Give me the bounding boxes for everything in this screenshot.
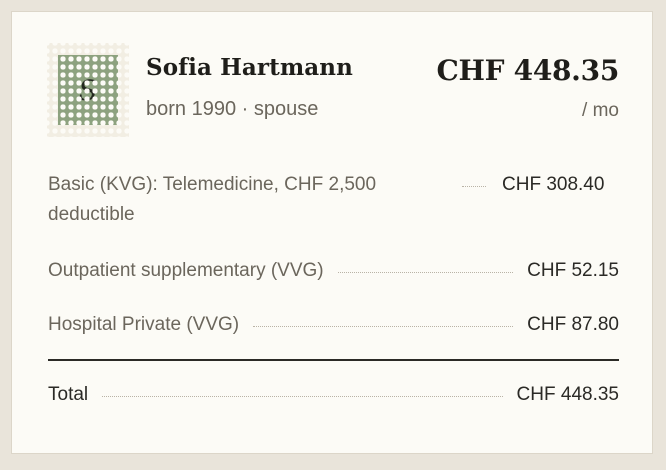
line-item-label: Basic (KVG): Telemedicine, CHF 2,500 ded… (48, 174, 377, 225)
total-amount: CHF 448.35 (516, 384, 619, 405)
total-divider (48, 359, 619, 361)
total-row: Total CHF 448.35 (48, 380, 619, 410)
line-item-amount: CHF 52.15 (527, 260, 619, 281)
line-item: Basic (KVG): Telemedicine, CHF 2,500 ded… (48, 170, 619, 230)
line-item-amount: CHF 308.40 (502, 174, 605, 195)
person-name: Sofia Hartmann (146, 54, 353, 81)
line-item-label: Hospital Private (VVG) (48, 314, 240, 335)
premium-period: / mo (582, 100, 619, 121)
avatar-stamp: S (47, 43, 129, 137)
avatar-initial: S (58, 55, 118, 125)
total-label: Total (48, 384, 89, 405)
dot-leader (102, 395, 503, 397)
dot-leader (462, 185, 486, 187)
line-item-amount: CHF 87.80 (527, 314, 619, 335)
monthly-premium: CHF 448.35 (436, 54, 619, 87)
premium-card: S Sofia Hartmann born 1990 · spouse CHF … (11, 11, 653, 454)
line-item: Outpatient supplementary (VVG) CHF 52.15 (48, 256, 619, 286)
dot-leader (253, 325, 514, 327)
person-subtitle: born 1990 · spouse (146, 98, 319, 120)
line-item-label: Outpatient supplementary (VVG) (48, 260, 324, 281)
dot-leader (337, 271, 514, 273)
line-item: Hospital Private (VVG) CHF 87.80 (48, 310, 619, 340)
